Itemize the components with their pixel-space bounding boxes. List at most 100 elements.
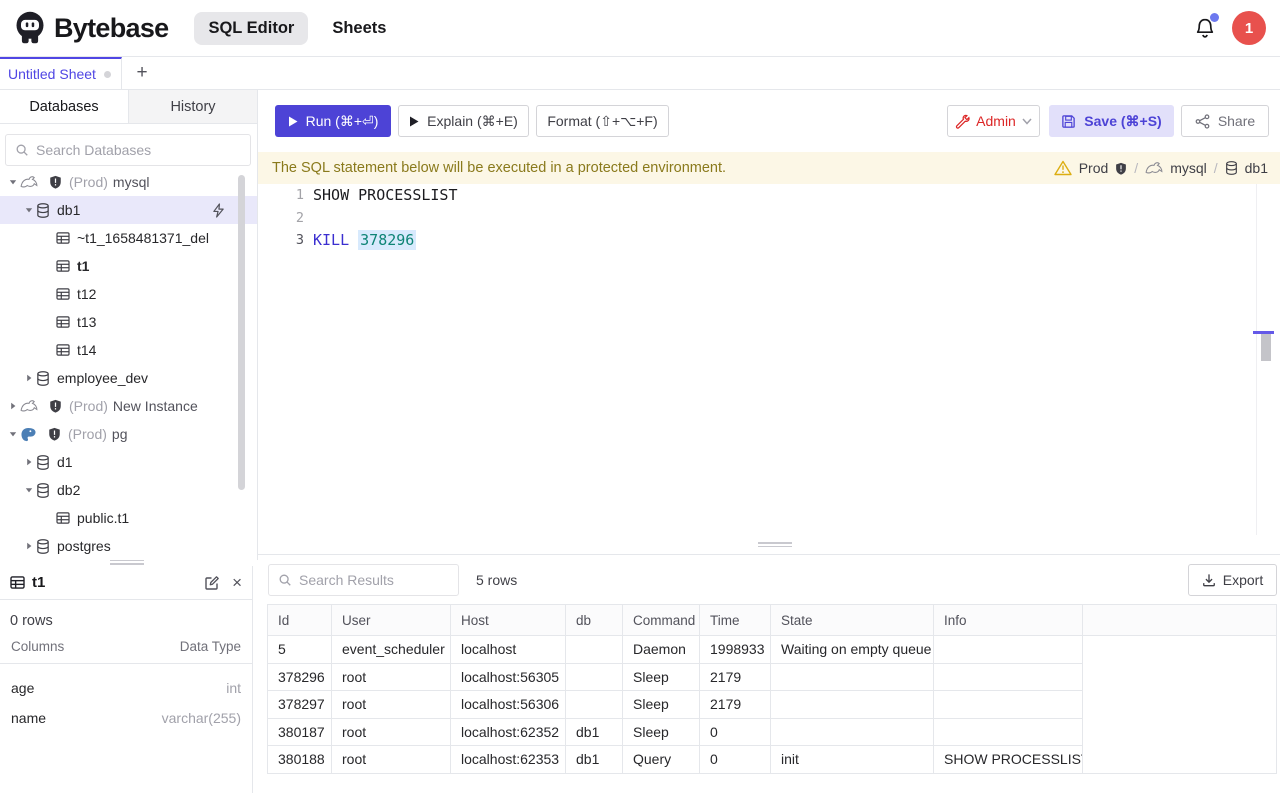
tree-item--t1-1658481371-del[interactable]: ~t1_1658481371_del — [0, 224, 257, 252]
table-row[interactable]: 378296rootlocalhost:56305 Sleep2179 — [268, 663, 1277, 691]
explain-button[interactable]: Explain (⌘+E) — [398, 105, 529, 137]
table-cell[interactable]: root — [332, 746, 451, 774]
table-cell[interactable]: localhost:56306 — [451, 691, 566, 719]
database-search-input[interactable] — [36, 142, 241, 158]
editor-scrollbar-thumb[interactable] — [1261, 334, 1271, 361]
table-cell[interactable]: 0 — [700, 718, 771, 746]
share-button[interactable]: Share — [1181, 105, 1269, 137]
table-cell[interactable] — [934, 718, 1083, 746]
caret-right-icon[interactable] — [22, 457, 36, 467]
table-cell[interactable]: root — [332, 663, 451, 691]
export-button[interactable]: Export — [1188, 564, 1277, 596]
admin-mode-button[interactable]: Admin — [947, 105, 1040, 137]
run-button[interactable]: Run (⌘+⏎) — [275, 105, 391, 137]
tree-item-d1[interactable]: d1 — [0, 448, 257, 476]
caret-down-icon[interactable] — [22, 485, 36, 495]
table-row[interactable]: 380187rootlocalhost:62352db1Sleep0 — [268, 718, 1277, 746]
table-cell[interactable] — [566, 663, 623, 691]
table-cell[interactable]: SHOW PROCESSLIST — [934, 746, 1083, 774]
caret-down-icon[interactable] — [22, 205, 36, 215]
tree-item-t14[interactable]: t14 — [0, 336, 257, 364]
table-cell[interactable]: 0 — [700, 746, 771, 774]
tree-item-public-t1[interactable]: public.t1 — [0, 504, 257, 532]
results-search-box[interactable] — [268, 564, 459, 596]
caret-down-icon[interactable] — [6, 177, 20, 187]
table-cell[interactable]: 2179 — [700, 691, 771, 719]
format-button[interactable]: Format (⇧+⌥+F) — [536, 105, 669, 137]
sheet-tab-untitled[interactable]: Untitled Sheet — [0, 57, 122, 89]
edit-table-icon[interactable] — [204, 575, 220, 591]
tree-item-mysql[interactable]: (Prod)mysql — [0, 168, 257, 196]
code-line-3[interactable]: 3KILL 378296 — [258, 229, 1280, 252]
table-cell[interactable] — [566, 636, 623, 664]
table-cell[interactable]: 380187 — [268, 718, 332, 746]
table-cell[interactable] — [771, 691, 934, 719]
table-cell[interactable]: 378297 — [268, 691, 332, 719]
table-cell[interactable]: event_scheduler — [332, 636, 451, 664]
table-cell[interactable] — [934, 691, 1083, 719]
notification-bell-icon[interactable] — [1194, 17, 1216, 40]
tree-item-db1[interactable]: db1 — [0, 196, 257, 224]
table-cell[interactable]: 380188 — [268, 746, 332, 774]
new-sheet-button[interactable]: + — [122, 57, 162, 89]
table-cell[interactable] — [934, 636, 1083, 664]
lightning-bolt-icon[interactable] — [212, 203, 225, 218]
table-cell[interactable]: root — [332, 691, 451, 719]
table-cell[interactable]: Sleep — [623, 663, 700, 691]
results-splitter[interactable] — [258, 535, 1280, 554]
table-cell[interactable]: db1 — [566, 718, 623, 746]
table-cell[interactable]: 378296 — [268, 663, 332, 691]
tree-item-db2[interactable]: db2 — [0, 476, 257, 504]
sidebar-splitter[interactable] — [0, 558, 253, 566]
tree-item-postgres[interactable]: postgres — [0, 532, 257, 560]
table-row[interactable]: 378297rootlocalhost:56306 Sleep2179 — [268, 691, 1277, 719]
table-cell[interactable]: localhost:62352 — [451, 718, 566, 746]
table-cell[interactable]: localhost:56305 — [451, 663, 566, 691]
table-cell[interactable]: localhost — [451, 636, 566, 664]
close-icon[interactable]: × — [232, 574, 242, 591]
table-cell[interactable] — [771, 663, 934, 691]
database-search-box[interactable] — [5, 134, 251, 166]
tree-item-t1[interactable]: t1 — [0, 252, 257, 280]
table-cell[interactable]: Sleep — [623, 718, 700, 746]
caret-down-icon[interactable] — [6, 429, 20, 439]
save-button[interactable]: Save (⌘+S) — [1049, 105, 1174, 137]
table-cell[interactable]: root — [332, 718, 451, 746]
tab-history[interactable]: History — [129, 90, 257, 123]
code-line-1[interactable]: 1SHOW PROCESSLIST — [258, 184, 1280, 207]
table-cell[interactable]: Sleep — [623, 691, 700, 719]
table-cell[interactable]: Query — [623, 746, 700, 774]
table-cell[interactable]: db1 — [566, 746, 623, 774]
nav-sheets[interactable]: Sheets — [318, 12, 400, 45]
table-cell[interactable]: 1998933 — [700, 636, 771, 664]
table-cell[interactable]: 2179 — [700, 663, 771, 691]
results-search-input[interactable] — [299, 572, 449, 588]
nav-sql-editor[interactable]: SQL Editor — [194, 12, 308, 45]
database-label[interactable]: db1 — [1245, 160, 1268, 176]
tree-item-t12[interactable]: t12 — [0, 280, 257, 308]
table-cell[interactable]: init — [771, 746, 934, 774]
table-cell[interactable] — [566, 691, 623, 719]
sidebar-scrollbar[interactable] — [238, 175, 245, 490]
table-row[interactable]: 5event_schedulerlocalhost Daemon1998933Wa… — [268, 636, 1277, 664]
tree-item-pg[interactable]: (Prod)pg — [0, 420, 257, 448]
caret-right-icon[interactable] — [22, 541, 36, 551]
caret-right-icon[interactable] — [6, 401, 20, 411]
table-cell[interactable] — [771, 718, 934, 746]
table-cell[interactable]: Daemon — [623, 636, 700, 664]
table-cell[interactable]: 5 — [268, 636, 332, 664]
tab-databases[interactable]: Databases — [0, 90, 129, 123]
environment-label[interactable]: Prod — [1079, 160, 1109, 176]
caret-right-icon[interactable] — [22, 373, 36, 383]
table-cell[interactable] — [934, 663, 1083, 691]
user-avatar[interactable]: 1 — [1232, 11, 1266, 45]
sql-editor[interactable]: 1SHOW PROCESSLIST23KILL 378296 — [258, 184, 1280, 535]
tree-item-t13[interactable]: t13 — [0, 308, 257, 336]
tree-item-employee-dev[interactable]: employee_dev — [0, 364, 257, 392]
table-cell[interactable]: localhost:62353 — [451, 746, 566, 774]
table-cell[interactable]: Waiting on empty queue — [771, 636, 934, 664]
instance-label[interactable]: mysql — [1170, 160, 1207, 176]
table-row[interactable]: 380188rootlocalhost:62353db1Query0initSH… — [268, 746, 1277, 774]
code-line-2[interactable]: 2 — [258, 207, 1280, 230]
tree-item-new-instance[interactable]: (Prod)New Instance — [0, 392, 257, 420]
